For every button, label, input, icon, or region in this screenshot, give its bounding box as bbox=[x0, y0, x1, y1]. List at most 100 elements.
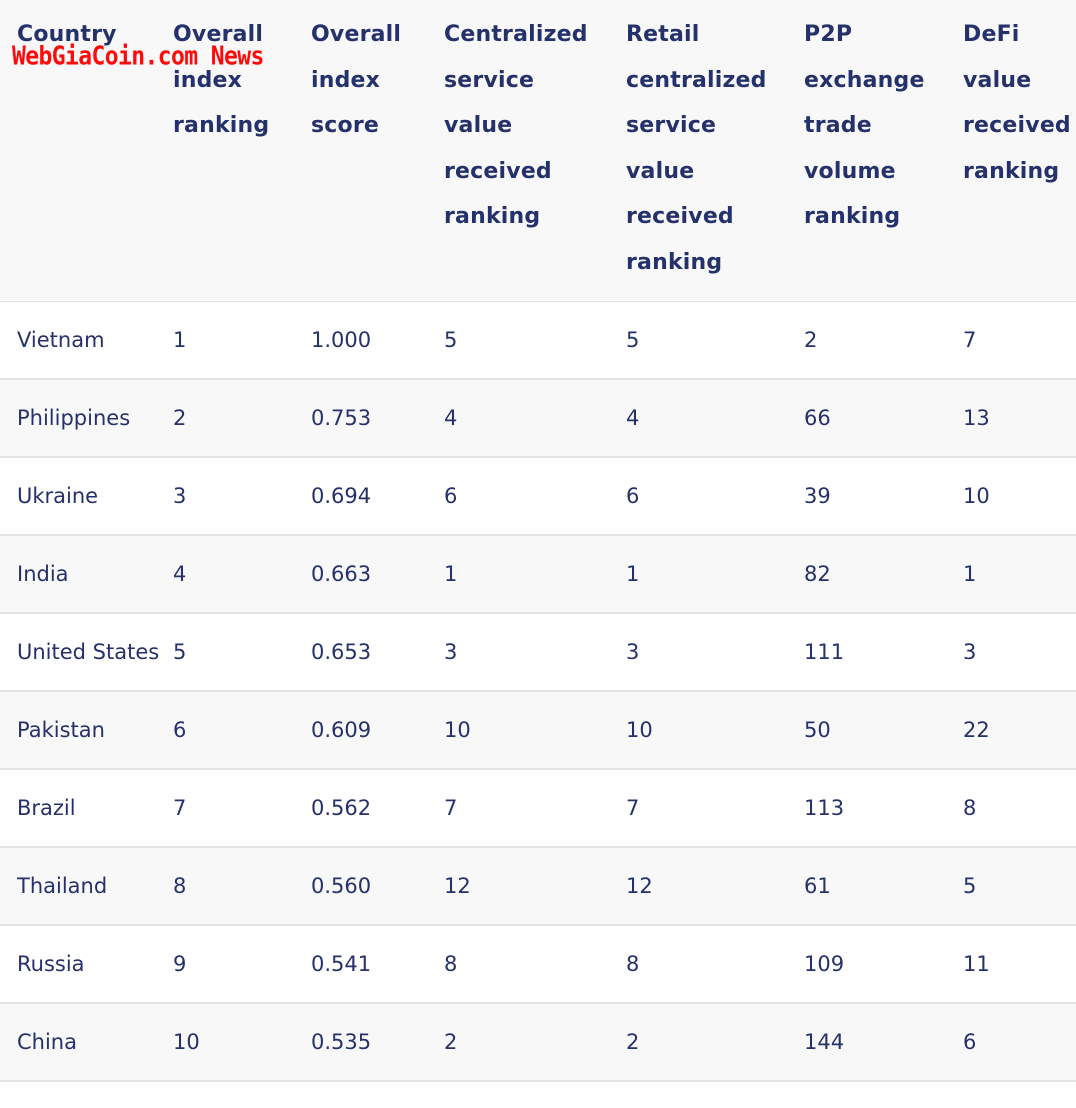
header-label-line: value bbox=[626, 158, 695, 184]
cell-centralized-service-ranking: 6 bbox=[444, 457, 626, 536]
header-retail-centralized-service-value-received-ranking: Retail centralized service value received ran… bbox=[626, 0, 804, 302]
cell-country: Russia bbox=[0, 925, 173, 1004]
cell-retail-centralized-service-ranking: 10 bbox=[626, 691, 804, 770]
cell-p2p-volume-ranking: 66 bbox=[804, 379, 963, 458]
cell-overall-index-score: 0.541 bbox=[311, 925, 444, 1004]
cell-defi-value-ranking: 11 bbox=[963, 925, 1076, 1004]
cell-overall-index-ranking: 8 bbox=[173, 847, 311, 926]
crypto-adoption-index-table: Country Overall index ranking Overall index sc… bbox=[0, 0, 1076, 1082]
cell-retail-centralized-service-ranking: 4 bbox=[626, 379, 804, 458]
header-label-line: DeFi bbox=[963, 22, 1020, 47]
cell-country: Pakistan bbox=[0, 691, 173, 770]
header-label-line: centralized bbox=[626, 67, 767, 93]
header-label-line: ranking bbox=[963, 158, 1060, 184]
table-row: Thailand 8 0.560 12 12 61 5 bbox=[0, 847, 1076, 926]
cell-p2p-volume-ranking: 39 bbox=[804, 457, 963, 536]
header-label-line: service bbox=[626, 113, 717, 139]
cell-retail-centralized-service-ranking: 3 bbox=[626, 613, 804, 692]
table-row: Philippines 2 0.753 4 4 66 13 bbox=[0, 379, 1076, 458]
cell-country: India bbox=[0, 535, 173, 614]
cell-centralized-service-ranking: 10 bbox=[444, 691, 626, 770]
cell-overall-index-score: 0.653 bbox=[311, 613, 444, 692]
header-label-line: Centralized bbox=[444, 22, 588, 47]
cell-country: Vietnam bbox=[0, 301, 173, 380]
header-label-line: ranking bbox=[804, 204, 901, 230]
cell-retail-centralized-service-ranking: 7 bbox=[626, 769, 804, 848]
header-label-line: index bbox=[311, 67, 381, 93]
cell-overall-index-ranking: 7 bbox=[173, 769, 311, 848]
cell-country: China bbox=[0, 1003, 173, 1082]
cell-centralized-service-ranking: 7 bbox=[444, 769, 626, 848]
cell-centralized-service-ranking: 3 bbox=[444, 613, 626, 692]
cell-defi-value-ranking: 13 bbox=[963, 379, 1076, 458]
cell-p2p-volume-ranking: 61 bbox=[804, 847, 963, 926]
cell-overall-index-score: 1.000 bbox=[311, 301, 444, 380]
table-row: Russia 9 0.541 8 8 109 11 bbox=[0, 925, 1076, 1004]
cell-p2p-volume-ranking: 113 bbox=[804, 769, 963, 848]
cell-p2p-volume-ranking: 144 bbox=[804, 1003, 963, 1082]
cell-overall-index-score: 0.753 bbox=[311, 379, 444, 458]
table-row: Ukraine 3 0.694 6 6 39 10 bbox=[0, 457, 1076, 536]
cell-retail-centralized-service-ranking: 8 bbox=[626, 925, 804, 1004]
cell-defi-value-ranking: 8 bbox=[963, 769, 1076, 848]
cell-overall-index-score: 0.663 bbox=[311, 535, 444, 614]
cell-overall-index-ranking: 5 bbox=[173, 613, 311, 692]
header-label-line: ranking bbox=[173, 113, 270, 139]
cell-country: Ukraine bbox=[0, 457, 173, 536]
watermark: WebGiaCoin.com News bbox=[12, 42, 264, 72]
cell-overall-index-ranking: 4 bbox=[173, 535, 311, 614]
cell-p2p-volume-ranking: 50 bbox=[804, 691, 963, 770]
cell-overall-index-score: 0.535 bbox=[311, 1003, 444, 1082]
cell-defi-value-ranking: 10 bbox=[963, 457, 1076, 536]
cell-centralized-service-ranking: 2 bbox=[444, 1003, 626, 1082]
cell-defi-value-ranking: 5 bbox=[963, 847, 1076, 926]
table-row: United States 5 0.653 3 3 111 3 bbox=[0, 613, 1076, 692]
cell-country: Philippines bbox=[0, 379, 173, 458]
table-row: China 10 0.535 2 2 144 6 bbox=[0, 1003, 1076, 1082]
header-label-line: score bbox=[311, 113, 380, 139]
header-label-line: Overall bbox=[311, 22, 402, 47]
cell-centralized-service-ranking: 8 bbox=[444, 925, 626, 1004]
header-overall-index-score: Overall index score bbox=[311, 0, 444, 302]
cell-centralized-service-ranking: 12 bbox=[444, 847, 626, 926]
cell-retail-centralized-service-ranking: 5 bbox=[626, 301, 804, 380]
header-label-line: exchange bbox=[804, 67, 925, 93]
header-label-line: volume bbox=[804, 158, 896, 184]
cell-p2p-volume-ranking: 111 bbox=[804, 613, 963, 692]
cell-country: United States bbox=[0, 613, 173, 692]
header-label-line: trade bbox=[804, 113, 872, 139]
header-label-line: ranking bbox=[626, 249, 723, 275]
header-label-line: value bbox=[444, 113, 513, 139]
cell-overall-index-score: 0.694 bbox=[311, 457, 444, 536]
header-centralized-service-value-received-ranking: Centralized service value received ranking bbox=[444, 0, 626, 302]
cell-retail-centralized-service-ranking: 2 bbox=[626, 1003, 804, 1082]
cell-overall-index-score: 0.560 bbox=[311, 847, 444, 926]
cell-defi-value-ranking: 6 bbox=[963, 1003, 1076, 1082]
cell-overall-index-ranking: 10 bbox=[173, 1003, 311, 1082]
cell-defi-value-ranking: 7 bbox=[963, 301, 1076, 380]
table-row: India 4 0.663 1 1 82 1 bbox=[0, 535, 1076, 614]
header-label-line: value bbox=[963, 67, 1032, 93]
table-row: Pakistan 6 0.609 10 10 50 22 bbox=[0, 691, 1076, 770]
cell-overall-index-score: 0.609 bbox=[311, 691, 444, 770]
cell-retail-centralized-service-ranking: 1 bbox=[626, 535, 804, 614]
cell-centralized-service-ranking: 5 bbox=[444, 301, 626, 380]
table-row: Vietnam 1 1.000 5 5 2 7 bbox=[0, 301, 1076, 380]
cell-overall-index-ranking: 9 bbox=[173, 925, 311, 1004]
header-label-line: received bbox=[963, 113, 1071, 139]
cell-overall-index-ranking: 3 bbox=[173, 457, 311, 536]
cell-centralized-service-ranking: 4 bbox=[444, 379, 626, 458]
header-p2p-exchange-trade-volume-ranking: P2P exchange trade volume ranking bbox=[804, 0, 963, 302]
cell-country: Thailand bbox=[0, 847, 173, 926]
cell-p2p-volume-ranking: 2 bbox=[804, 301, 963, 380]
cell-overall-index-score: 0.562 bbox=[311, 769, 444, 848]
header-defi-value-received-ranking: DeFi value received ranking bbox=[963, 0, 1076, 302]
header-label-line: service bbox=[444, 67, 535, 93]
header-label-line: P2P bbox=[804, 22, 853, 47]
cell-overall-index-ranking: 1 bbox=[173, 301, 311, 380]
header-label-line: Retail bbox=[626, 22, 700, 47]
cell-defi-value-ranking: 22 bbox=[963, 691, 1076, 770]
cell-p2p-volume-ranking: 109 bbox=[804, 925, 963, 1004]
cell-overall-index-ranking: 2 bbox=[173, 379, 311, 458]
header-label-line: received bbox=[444, 158, 552, 184]
